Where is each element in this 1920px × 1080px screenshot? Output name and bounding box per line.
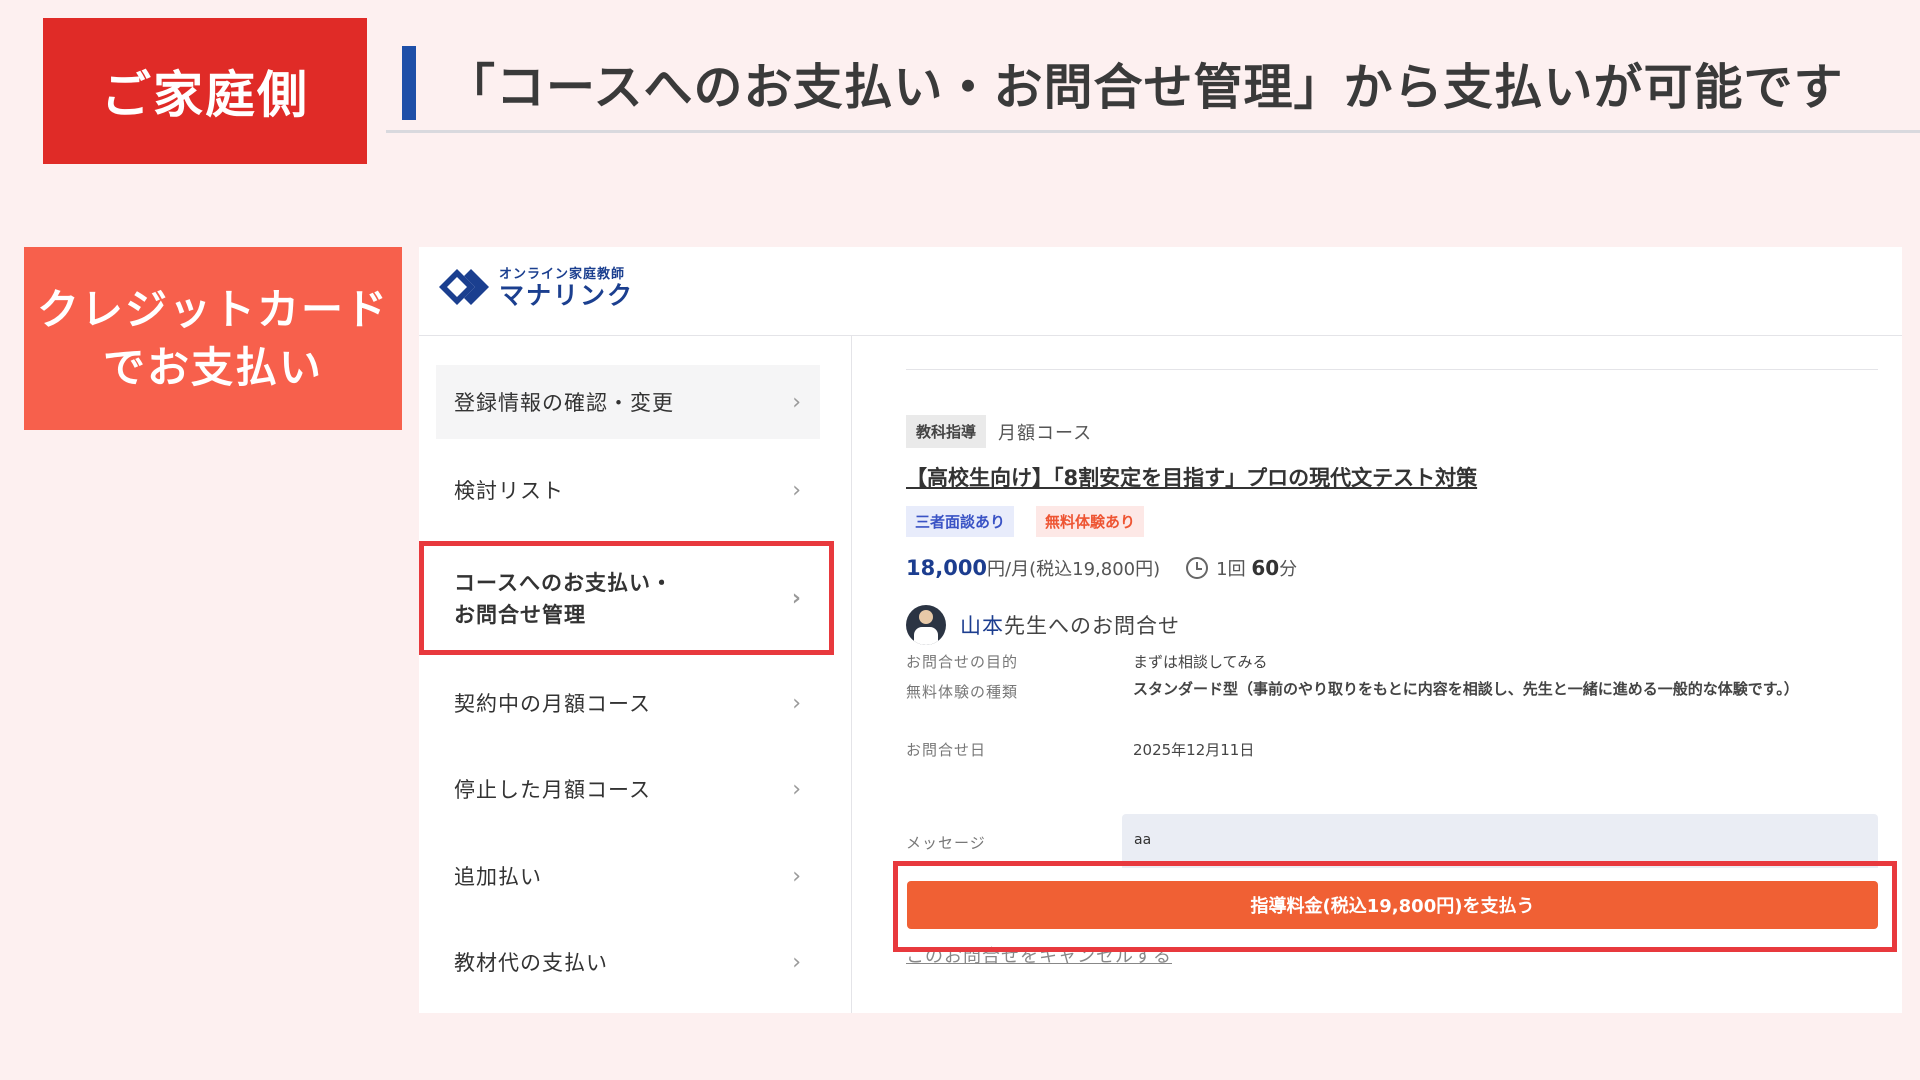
course-title-link[interactable]: 【高校生向け】「8割安定を目指す」プロの現代文テスト対策 xyxy=(906,462,1477,492)
headline-accent-bar xyxy=(402,46,416,120)
clock-icon xyxy=(1186,557,1209,579)
message-value: aa xyxy=(1122,814,1878,868)
credit-card-label-line1: クレジットカード xyxy=(36,284,389,334)
headline-divider xyxy=(386,130,1920,133)
menu-highlight-frame xyxy=(419,541,834,655)
header-divider xyxy=(419,335,1902,336)
credit-card-label: クレジットカード でお支払い xyxy=(24,247,402,430)
teacher-avatar xyxy=(906,605,946,645)
inquiry-heading-suffix: 先生へのお問合せ xyxy=(1004,614,1180,638)
sidebar-item-label: 検討リスト xyxy=(454,479,564,503)
app-screenshot-panel: オンライン家庭教師 マナリンク 登録情報の確認・変更 › 検討リスト › コース… xyxy=(419,247,1902,1013)
chevron-right-icon: › xyxy=(792,863,802,889)
sidebar-item-label: 停止した月額コース xyxy=(454,778,651,802)
credit-card-label-line2: でお支払い xyxy=(102,342,323,392)
duration-prefix: 1回 xyxy=(1216,559,1252,580)
chevron-right-icon: › xyxy=(792,389,802,415)
sidebar-item-label: 契約中の月額コース xyxy=(454,692,651,716)
sidebar-item-stopped-courses[interactable]: 停止した月額コース › xyxy=(436,760,820,818)
inquiry-heading: 山本 先生へのお問合せ xyxy=(906,605,1180,645)
three-party-meeting-badge: 三者面談あり xyxy=(906,506,1015,537)
duration-value: 60 xyxy=(1251,556,1280,580)
chevron-right-icon: › xyxy=(792,776,802,802)
chevron-right-icon: › xyxy=(792,949,802,975)
logo-tagline: オンライン家庭教師 xyxy=(499,267,626,282)
trial-type-label: 無料体験の種類 xyxy=(906,683,1019,701)
logo-text: オンライン家庭教師 マナリンク xyxy=(499,263,634,310)
sidebar-item-additional-payment[interactable]: 追加払い › xyxy=(436,847,820,905)
price-unit: 円/月(税込19,800円) xyxy=(987,559,1161,580)
price-amount: 18,000 xyxy=(906,556,988,580)
button-highlight-frame xyxy=(893,861,1897,952)
category-badge: 教科指導 xyxy=(906,415,987,448)
purpose-value: まずは相談してみる xyxy=(1133,653,1268,671)
sidebar-divider xyxy=(851,336,852,1013)
teacher-name-link[interactable]: 山本 xyxy=(960,610,1004,640)
trial-type-value: スタンダード型（事前のやり取りをもとに内容を相談し、先生と一緒に進める一般的な体… xyxy=(1133,680,1799,698)
headline: 「コースへのお支払い・お問合せ管理」から支払いが可能です xyxy=(446,59,1844,116)
inquiry-date-label: お問合せ日 xyxy=(906,741,987,759)
chevron-right-icon: › xyxy=(792,477,802,503)
inquiry-date-value: 2025年12月11日 xyxy=(1133,741,1255,759)
course-type: 月額コース xyxy=(998,423,1093,444)
chevron-right-icon: › xyxy=(792,690,802,716)
sidebar-item-materials-payment[interactable]: 教材代の支払い › xyxy=(436,933,820,991)
logo-name: マナリンク xyxy=(499,281,635,310)
sidebar-item-label: 登録情報の確認・変更 xyxy=(454,391,674,415)
sidebar-item-wishlist[interactable]: 検討リスト › xyxy=(436,461,820,519)
free-trial-badge: 無料体験あり xyxy=(1036,506,1145,537)
message-label: メッセージ xyxy=(906,834,986,852)
sidebar-item-label: 追加払い xyxy=(454,865,542,889)
purpose-label: お問合せの目的 xyxy=(906,653,1019,671)
sidebar-item-active-courses[interactable]: 契約中の月額コース › xyxy=(436,674,820,732)
sidebar-item-label: 教材代の支払い xyxy=(454,951,608,975)
content-top-divider xyxy=(906,369,1878,370)
manalink-logo-icon xyxy=(439,268,489,305)
price-info: 18,000 円/月(税込19,800円) 1回 60分 xyxy=(906,553,1297,581)
logo[interactable]: オンライン家庭教師 マナリンク xyxy=(437,263,634,310)
sidebar-item-account[interactable]: 登録情報の確認・変更 › xyxy=(436,365,820,439)
duration-suffix: 分 xyxy=(1279,559,1298,580)
family-side-label: ご家庭側 xyxy=(43,18,367,164)
lesson-duration: 1回 60分 xyxy=(1216,555,1297,581)
